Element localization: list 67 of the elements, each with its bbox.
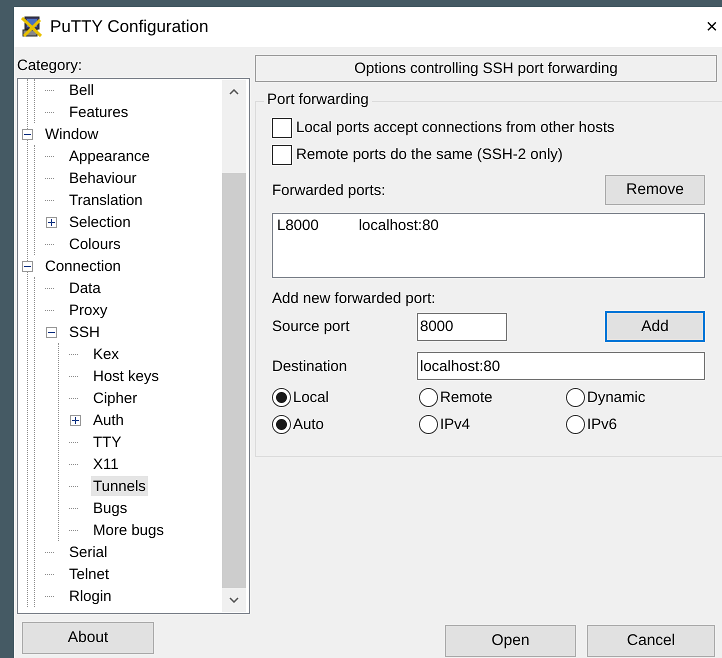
cancel-button[interactable]: Cancel [587, 625, 715, 657]
tree-item[interactable]: Bugs [91, 498, 130, 518]
forwarded-ports-list[interactable]: L8000 localhost:80 [272, 213, 705, 278]
tree-item[interactable]: Cipher [91, 388, 140, 408]
destination-entry: localhost:80 [358, 217, 439, 234]
port-entry: L8000 [277, 217, 319, 234]
radio-label: Remote [440, 389, 493, 406]
tree-item[interactable]: Features [67, 102, 130, 122]
tree-item[interactable]: More bugs [91, 520, 166, 540]
tree-item[interactable]: Bell [67, 80, 96, 100]
radio-label: Auto [293, 416, 324, 433]
tree-item[interactable]: Behaviour [67, 168, 139, 188]
window-title: PuTTY Configuration [50, 17, 210, 37]
forwarded-ports-label: Forwarded ports: [272, 182, 386, 198]
add-button[interactable]: Add [605, 311, 705, 342]
checkbox[interactable] [272, 118, 292, 138]
checkbox-label: Local ports accept connections from other hosts [296, 119, 615, 136]
tree-item[interactable]: Host keys [91, 366, 161, 386]
open-button[interactable]: Open [445, 625, 576, 657]
tree-item[interactable]: Kex [91, 344, 121, 364]
radio-label: IPv6 [587, 416, 618, 433]
radio-button[interactable] [419, 415, 438, 434]
tree-item[interactable]: Colours [67, 234, 123, 254]
tree-item[interactable]: Proxy [67, 300, 110, 320]
scrollbar-thumb[interactable] [222, 172, 246, 588]
expand-icon[interactable] [70, 414, 81, 426]
radio-button[interactable] [566, 388, 585, 407]
tree-item[interactable]: Serial [67, 542, 110, 562]
about-button[interactable]: About [22, 622, 154, 654]
tree-item[interactable]: Data [67, 278, 103, 298]
expand-icon[interactable] [46, 216, 57, 228]
source-port-field[interactable]: 8000 [417, 312, 507, 340]
category-label: Category: [17, 57, 84, 74]
app-icon [20, 15, 44, 39]
destination-label: Destination [272, 358, 348, 374]
tree-item[interactable]: Auth [91, 410, 126, 430]
tree-item[interactable]: Connection [43, 256, 123, 276]
radio-label: Dynamic [587, 389, 646, 406]
tree-item[interactable]: Translation [67, 190, 145, 210]
radio-label: IPv4 [440, 416, 470, 433]
collapse-icon[interactable] [22, 260, 33, 272]
destination-field[interactable]: localhost:80 [417, 352, 705, 380]
checkbox[interactable] [272, 144, 292, 164]
group-title: Port forwarding [264, 91, 372, 108]
tree-item[interactable]: Appearance [67, 146, 152, 166]
tree-item[interactable]: Window [43, 124, 100, 144]
radio-button[interactable] [272, 415, 291, 434]
tree-item[interactable]: SSH [67, 322, 102, 342]
scrollbar[interactable] [222, 80, 246, 612]
checkbox-label: Remote ports do the same (SSH-2 only) [296, 146, 563, 163]
radio-button[interactable] [272, 388, 291, 407]
tree-item[interactable]: TTY [91, 432, 124, 452]
tree-item[interactable]: Tunnels [91, 476, 148, 496]
add-port-label: Add new forwarded port: [272, 290, 436, 307]
tree-item[interactable]: Selection [67, 212, 133, 232]
close-button[interactable]: × [698, 17, 722, 37]
radio-button[interactable] [566, 415, 585, 434]
tree-item[interactable]: Telnet [67, 564, 112, 584]
remove-button[interactable]: Remove [605, 175, 705, 205]
source-port-label: Source port [272, 318, 351, 335]
panel-header: Options controlling SSH port forwarding [255, 55, 717, 82]
collapse-icon[interactable] [46, 326, 57, 338]
radio-label: Local [293, 389, 329, 406]
radio-button[interactable] [419, 388, 438, 407]
tree-item[interactable]: Rlogin [67, 586, 114, 606]
collapse-icon[interactable] [22, 128, 33, 140]
tree-item[interactable]: X11 [91, 454, 121, 474]
